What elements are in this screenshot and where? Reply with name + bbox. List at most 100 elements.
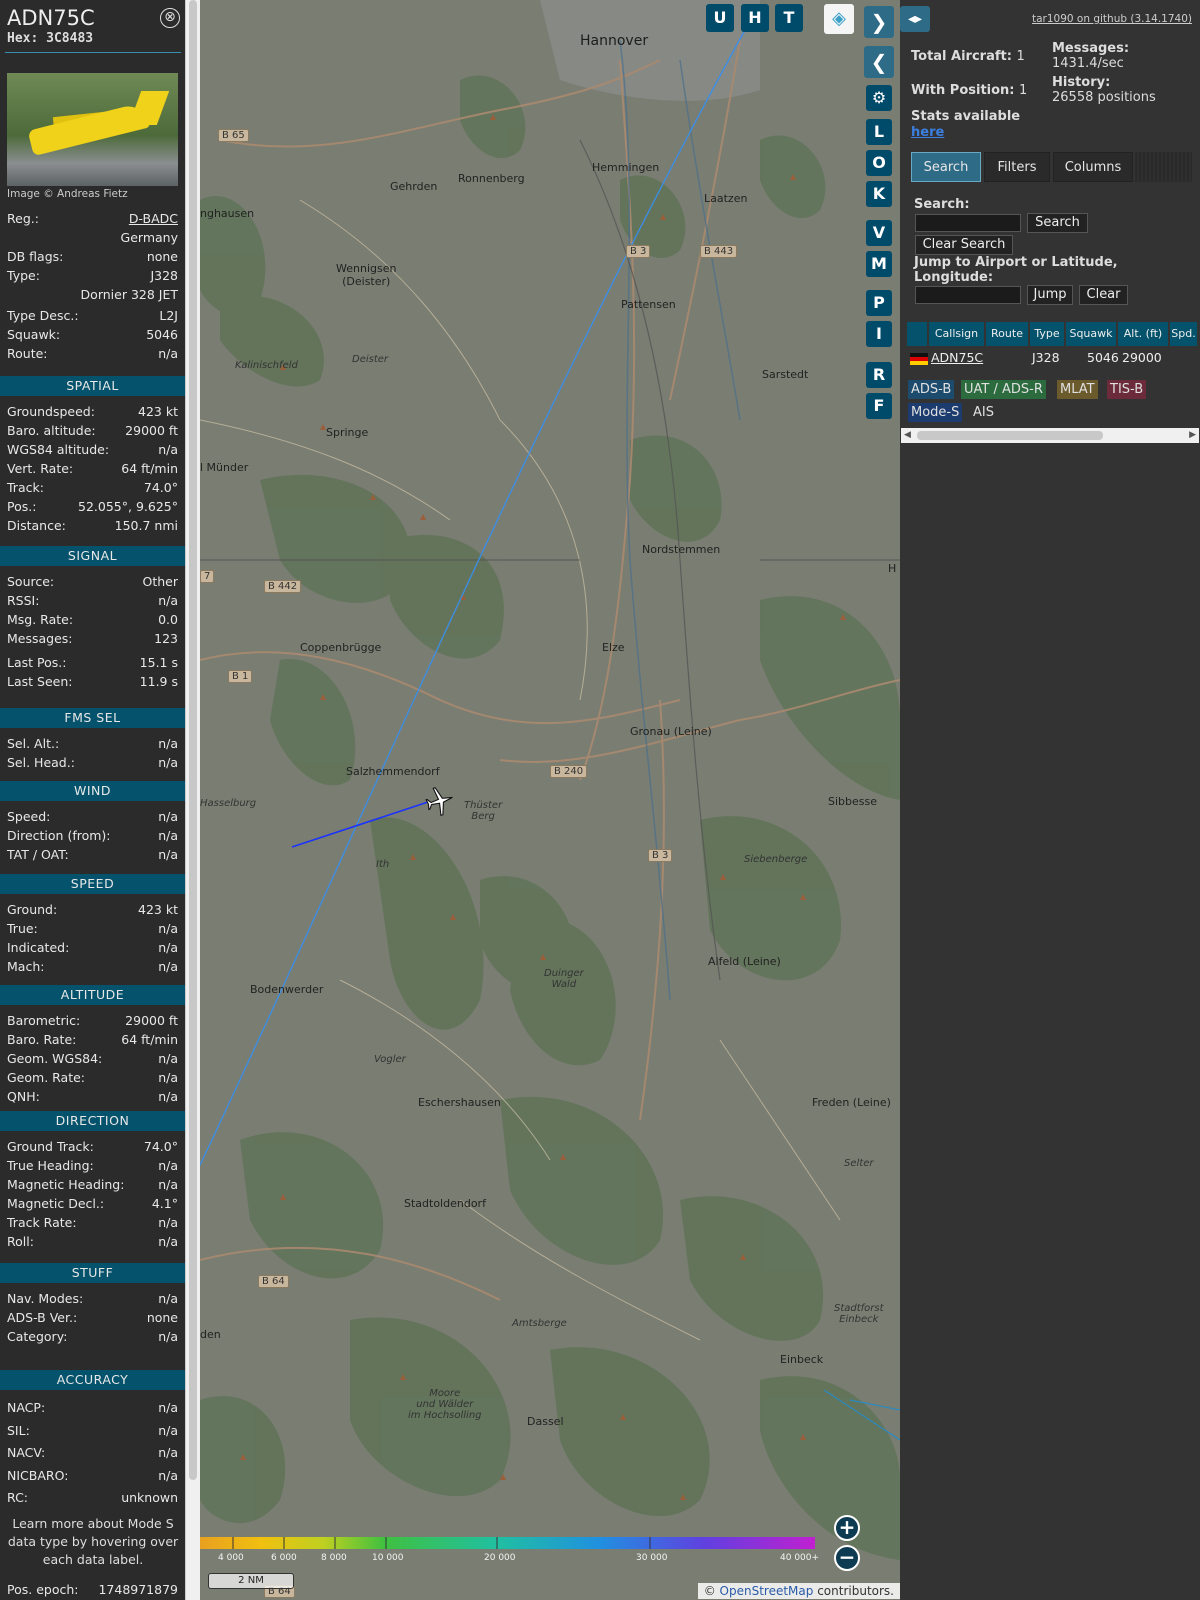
info-row-label[interactable]: Sel. Head.: [7,755,75,770]
scroll-left-icon[interactable]: ◀ [904,430,911,440]
aircraft-photo[interactable] [7,73,178,186]
info-row-label[interactable]: NACV: [7,1445,45,1460]
source-chip-uat-ads-r[interactable]: UAT / ADS-R [961,380,1046,399]
tab-filters[interactable]: Filters [984,152,1050,182]
info-row-label[interactable]: Track Rate: [7,1215,77,1230]
row-callsign[interactable]: ADN75C [931,347,983,369]
info-row-value: 5046 [146,327,178,342]
zoom-out-button[interactable]: − [834,1545,860,1571]
info-row-label[interactable]: Track: [7,480,44,495]
col-route[interactable]: Route [986,322,1028,346]
zoom-in-button[interactable]: + [834,1515,860,1541]
info-row-label[interactable]: Geom. Rate: [7,1070,85,1085]
info-row-label[interactable]: Barometric: [7,1013,80,1028]
toggle-k-button[interactable]: K [866,181,892,207]
clear-search-button[interactable]: Clear Search [915,235,1013,255]
info-row-label[interactable]: NICBARO: [7,1468,68,1483]
info-row-label[interactable]: Category: [7,1329,67,1344]
info-row-label[interactable]: QNH: [7,1089,40,1104]
info-row-label[interactable]: Roll: [7,1234,34,1249]
info-row-label[interactable]: TAT / OAT: [7,847,69,862]
toggle-v-button[interactable]: V [866,220,892,246]
info-row-label[interactable]: Indicated: [7,940,69,955]
registration-link[interactable]: D-BADC [129,211,178,226]
info-row-label[interactable]: RSSI: [7,593,39,608]
col-speed[interactable]: Spd. [1170,322,1197,346]
table-horizontal-scrollbar[interactable]: ◀ ▶ [901,428,1199,443]
jump-button[interactable]: Jump [1027,285,1073,305]
toggle-l-button[interactable]: L [866,119,892,145]
info-row-label[interactable]: Sel. Alt.: [7,736,59,751]
settings-gear-icon[interactable]: ⚙ [866,85,892,111]
info-row-label[interactable]: Ground: [7,902,57,917]
info-row-label[interactable]: Mach: [7,959,44,974]
tab-search[interactable]: Search [911,152,981,182]
scroll-right-icon[interactable]: ▶ [1189,430,1196,440]
toggle-r-button[interactable]: R [866,362,892,388]
tab-columns[interactable]: Columns [1053,152,1133,182]
info-row-label[interactable]: Direction (from): [7,828,111,843]
expand-collapse-icon[interactable]: ◂▸ [900,6,930,32]
info-scrollbar[interactable] [185,0,200,1600]
col-flag[interactable] [907,322,927,346]
map-view[interactable]: Hannover Hemmingen Laatzen Ronnenberg Gehrde… [200,0,900,1600]
col-callsign[interactable]: Callsign [929,322,984,346]
toggle-u-button[interactable]: U [706,4,734,32]
info-row-label[interactable]: Speed: [7,809,50,824]
source-chip-ads-b[interactable]: ADS-B [908,380,955,399]
info-row-label[interactable]: Pos.: [7,499,36,514]
info-row-label[interactable]: Distance: [7,518,66,533]
aircraft-marker-icon[interactable] [423,786,457,816]
info-row-label[interactable]: True Heading: [7,1158,94,1173]
toggle-m-button[interactable]: M [866,251,892,277]
toggle-t-button[interactable]: T [775,4,803,32]
info-row-label[interactable]: Messages: [7,631,73,646]
toggle-o-button[interactable]: O [866,150,892,176]
info-row-label[interactable]: RC: [7,1490,28,1505]
info-row-label[interactable]: True: [7,921,38,936]
col-squawk[interactable]: Squawk [1066,322,1116,346]
layers-icon[interactable]: ◈ [824,4,854,34]
source-chip-tis-b[interactable]: TIS-B [1107,380,1147,399]
info-row-label[interactable]: Baro. Rate: [7,1032,76,1047]
osm-link[interactable]: OpenStreetMap [720,1584,814,1598]
search-input[interactable] [915,214,1021,232]
info-scrollbar-thumb[interactable] [189,0,197,1480]
info-row-label[interactable]: Geom. WGS84: [7,1051,102,1066]
toggle-f-button[interactable]: F [866,393,892,419]
toggle-p-button[interactable]: P [866,290,892,316]
info-row-label[interactable]: Nav. Modes: [7,1291,83,1306]
info-row-label[interactable]: ADS-B Ver.: [7,1310,77,1325]
info-row-label[interactable]: Groundspeed: [7,404,95,419]
info-row-label[interactable]: NACP: [7,1400,45,1415]
stats-link[interactable]: here [911,125,944,140]
info-row-label[interactable]: WGS84 altitude: [7,442,109,457]
col-type[interactable]: Type [1030,322,1064,346]
close-info-button[interactable]: ⊗ [160,8,180,28]
clear-button[interactable]: Clear [1079,285,1128,305]
chevron-left-icon[interactable]: ❮ [864,46,894,78]
jump-input[interactable] [915,286,1021,304]
table-row[interactable]: ADN75C J328 5046 29000 [907,347,1197,369]
table-scrollbar-thumb[interactable] [917,431,1103,440]
toggle-i-button[interactable]: I [866,321,892,347]
chevron-right-icon[interactable]: ❯ [864,6,894,38]
info-row-value: 64 ft/min [121,1032,178,1047]
info-row-label[interactable]: Magnetic Decl.: [7,1196,104,1211]
info-row-label[interactable]: Last Seen: [7,674,72,689]
github-link[interactable]: tar1090 on github (3.14.1740) [1032,13,1192,25]
source-chip-mode-s[interactable]: Mode-S [908,403,963,422]
info-row-label[interactable]: Source: [7,574,54,589]
source-chip-ais[interactable]: AIS [970,403,997,422]
info-row-label[interactable]: Baro. altitude: [7,423,96,438]
info-row-label[interactable]: SIL: [7,1423,30,1438]
info-row-label[interactable]: Last Pos.: [7,655,66,670]
info-row-label[interactable]: Msg. Rate: [7,612,73,627]
info-row-label[interactable]: Ground Track: [7,1139,94,1154]
info-row-label[interactable]: Vert. Rate: [7,461,73,476]
col-altitude[interactable]: Alt. (ft) [1118,322,1168,346]
toggle-h-button[interactable]: H [741,4,769,32]
source-chip-mlat[interactable]: MLAT [1057,380,1098,399]
search-button[interactable]: Search [1027,213,1088,233]
info-row-label[interactable]: Magnetic Heading: [7,1177,124,1192]
